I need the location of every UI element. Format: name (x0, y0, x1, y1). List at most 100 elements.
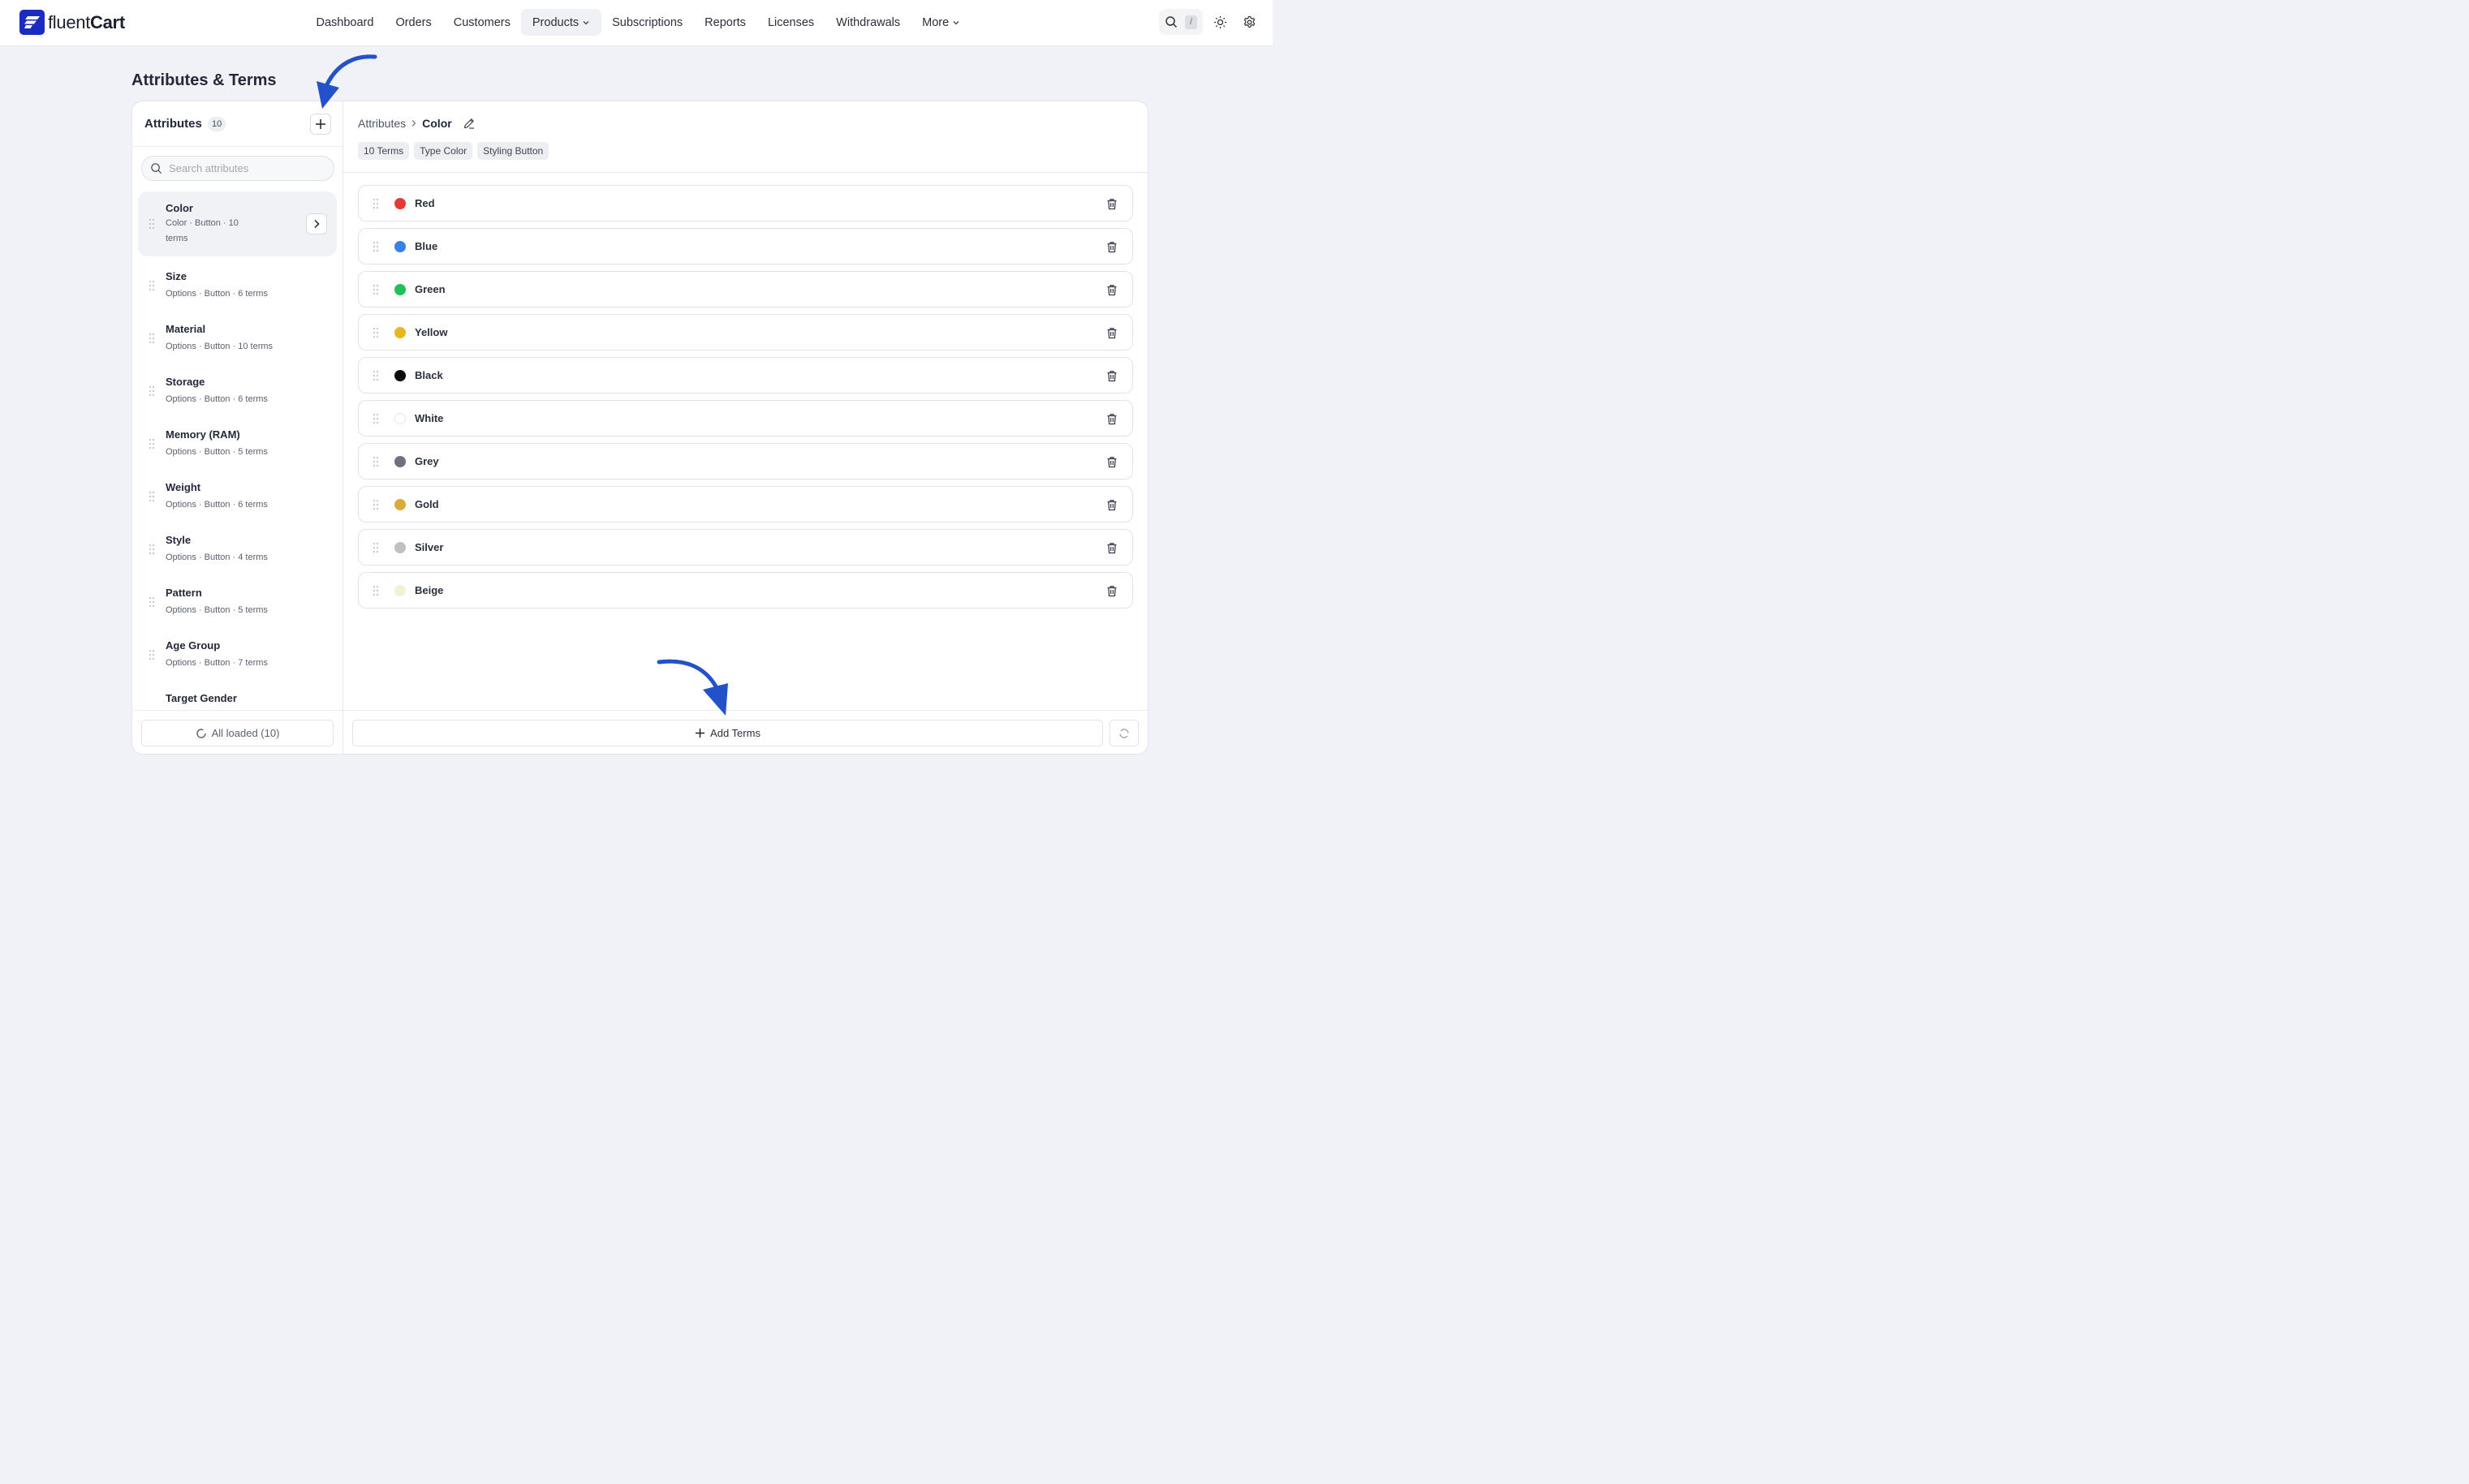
open-attribute-button[interactable] (306, 213, 327, 234)
drag-handle-icon[interactable] (149, 544, 154, 554)
term-row[interactable]: Silver (358, 529, 1133, 566)
color-swatch (394, 585, 406, 596)
drag-handle-icon[interactable] (373, 500, 378, 510)
term-row[interactable]: Green (358, 271, 1133, 308)
delete-term-button[interactable] (1105, 239, 1119, 254)
delete-term-button[interactable] (1105, 583, 1119, 598)
drag-handle-icon[interactable] (149, 280, 154, 290)
global-search-button[interactable]: / (1159, 9, 1203, 35)
terms-list: Red Blue Green Yellow Black White Grey Gold Silv… (358, 185, 1133, 615)
term-row[interactable]: Beige (358, 572, 1133, 609)
attribute-name: Material (166, 323, 206, 335)
chevron-right-icon (411, 119, 417, 127)
brand-logo[interactable]: fluentCart (19, 10, 125, 35)
drag-handle-icon[interactable] (149, 649, 154, 660)
nav-item-withdrawals[interactable]: Withdrawals (825, 9, 911, 36)
attribute-name: Memory (RAM) (166, 428, 240, 441)
delete-term-button[interactable] (1105, 411, 1119, 426)
term-row[interactable]: Grey (358, 443, 1133, 480)
delete-term-button[interactable] (1105, 282, 1119, 297)
term-name: Red (415, 197, 435, 209)
drag-handle-icon[interactable] (149, 385, 154, 396)
attribute-name: Style (166, 534, 192, 546)
drag-handle-icon[interactable] (149, 219, 154, 229)
nav-item-orders[interactable]: Orders (385, 9, 442, 36)
attributes-count-badge: 10 (208, 117, 226, 131)
attribute-search-field[interactable] (141, 156, 334, 181)
terms-panel: Attributes Color 10 Terms Type Color Sty… (343, 101, 1148, 754)
delete-term-button[interactable] (1105, 368, 1119, 383)
drag-handle-icon[interactable] (149, 333, 154, 343)
main-nav: Dashboard Orders Customers Products Subs… (305, 9, 972, 36)
trash-icon (1107, 241, 1117, 252)
delete-term-button[interactable] (1105, 497, 1119, 512)
attribute-item-storage[interactable]: Storage Options · Button · 6 terms (138, 364, 337, 417)
attribute-item-material[interactable]: Material Options · Button · 10 terms (138, 312, 337, 364)
attribute-item-size[interactable]: Size Options · Button · 6 terms (138, 259, 337, 312)
term-row[interactable]: Yellow (358, 314, 1133, 351)
theme-toggle-button[interactable] (1208, 9, 1232, 35)
term-row[interactable]: Black (358, 357, 1133, 394)
trash-icon (1107, 327, 1117, 338)
drag-handle-icon[interactable] (373, 328, 378, 338)
brand-name-bold: Cart (90, 11, 125, 32)
drag-handle-icon[interactable] (373, 457, 378, 467)
delete-term-button[interactable] (1105, 196, 1119, 211)
nav-item-customers[interactable]: Customers (442, 9, 521, 36)
attribute-item-age-group[interactable]: Age Group Options · Button · 7 terms (138, 628, 337, 681)
color-swatch (394, 413, 406, 424)
add-terms-label: Add Terms (710, 727, 761, 739)
term-row[interactable]: White (358, 400, 1133, 437)
all-loaded-button[interactable]: All loaded (10) (141, 720, 334, 746)
refresh-terms-button[interactable] (1110, 720, 1139, 746)
nav-item-products-label: Products (532, 15, 580, 29)
brand-name: fluentCart (48, 12, 125, 33)
attribute-search-input[interactable] (169, 162, 323, 174)
nav-item-subscriptions[interactable]: Subscriptions (601, 9, 694, 36)
attribute-item-pattern[interactable]: Pattern Options · Button · 5 terms (138, 575, 337, 628)
drag-handle-icon[interactable] (149, 438, 154, 449)
delete-term-button[interactable] (1105, 454, 1119, 469)
nav-item-dashboard[interactable]: Dashboard (305, 9, 385, 36)
delete-term-button[interactable] (1105, 540, 1119, 555)
add-terms-button[interactable]: Add Terms (352, 720, 1103, 746)
drag-handle-icon[interactable] (149, 491, 154, 501)
attribute-item-color[interactable]: Color Color · Button · 10 terms (138, 191, 337, 256)
drag-handle-icon[interactable] (373, 586, 378, 596)
attribute-meta: Options · Button · 6 terms (166, 289, 268, 299)
delete-term-button[interactable] (1105, 325, 1119, 340)
nav-item-more-label: More (922, 15, 950, 29)
nav-item-licenses[interactable]: Licenses (756, 9, 825, 36)
drag-handle-icon[interactable] (373, 285, 378, 295)
chevron-right-icon (314, 219, 320, 229)
drag-handle-icon[interactable] (373, 242, 378, 252)
drag-handle-icon[interactable] (373, 371, 378, 381)
term-row[interactable]: Red (358, 185, 1133, 222)
attribute-meta: Options · Button · 10 terms (166, 342, 274, 351)
trash-icon (1107, 499, 1117, 510)
term-row[interactable]: Blue (358, 228, 1133, 265)
attribute-item-memory[interactable]: Memory (RAM) Options · Button · 5 terms (138, 417, 337, 470)
breadcrumb-attributes-link[interactable]: Attributes (358, 117, 406, 130)
term-row[interactable]: Gold (358, 486, 1133, 523)
edit-attribute-button[interactable] (463, 117, 476, 130)
attribute-name: Target Gender (166, 692, 237, 704)
attribute-item-target-gender[interactable]: Target Gender (138, 681, 337, 711)
nav-item-products[interactable]: Products (521, 9, 601, 36)
attribute-item-weight[interactable]: Weight Options · Button · 6 terms (138, 470, 337, 523)
attribute-item-style[interactable]: Style Options · Button · 4 terms (138, 523, 337, 575)
add-attribute-button[interactable] (310, 114, 331, 135)
search-icon (1166, 16, 1178, 28)
settings-button[interactable] (1237, 9, 1261, 35)
nav-item-more[interactable]: More (911, 9, 972, 36)
trash-icon (1107, 413, 1117, 424)
drag-handle-icon[interactable] (149, 596, 154, 607)
drag-handle-icon[interactable] (373, 543, 378, 553)
term-name: Gold (415, 498, 439, 510)
drag-handle-icon[interactable] (373, 199, 378, 209)
drag-handle-icon[interactable] (373, 414, 378, 424)
sun-icon (1213, 15, 1226, 28)
page-title: Attributes & Terms (131, 71, 277, 89)
color-swatch (394, 542, 406, 553)
nav-item-reports[interactable]: Reports (694, 9, 757, 36)
